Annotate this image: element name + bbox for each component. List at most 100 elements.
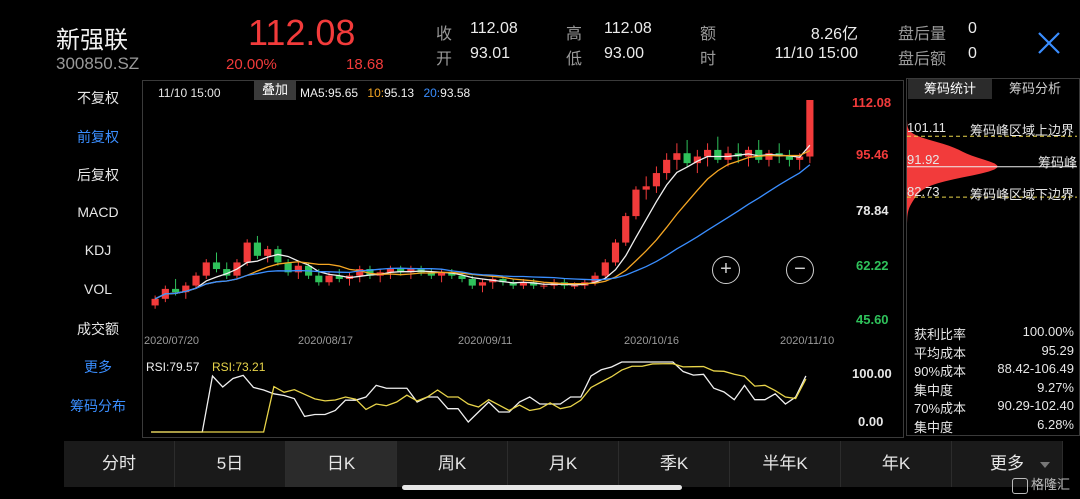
candle-body [673, 153, 681, 160]
price-tick: 78.84 [856, 203, 889, 218]
close-label: 收 [436, 26, 453, 43]
candle-body [652, 173, 661, 187]
period-tab[interactable]: 周K [397, 441, 508, 487]
period-tab[interactable]: 季K [619, 441, 730, 487]
chip-lower-value: 82.73 [907, 184, 940, 199]
chip-stat-value: 95.29 [1041, 342, 1074, 358]
period-tab[interactable]: 月K [508, 441, 619, 487]
candle-body [785, 156, 794, 160]
overlay-button[interactable]: 叠加 [254, 80, 296, 100]
chip-peak-label: 筹码峰 [1038, 155, 1078, 170]
candle-body [744, 149, 753, 157]
left-menu-item[interactable]: 前复权 [62, 127, 134, 147]
price-tick: 62.22 [856, 258, 889, 273]
candle-body [468, 278, 476, 286]
candle-body [171, 288, 180, 293]
candle-body [703, 149, 712, 157]
candle-body [212, 262, 221, 270]
chip-stat-row: 70%成本 90.29-102.40 [914, 398, 1074, 417]
chip-tab-stats[interactable]: 筹码统计 [908, 79, 992, 99]
price-tick: 45.60 [856, 312, 889, 327]
candle-body [243, 242, 251, 263]
candle-body [683, 153, 691, 164]
chip-stat-value: 100.00% [1022, 324, 1074, 339]
chip-shape [907, 119, 998, 287]
candle-body [264, 249, 272, 256]
stock-name: 新强联 [56, 27, 128, 54]
chip-stat-row: 集中度 6.28% [914, 417, 1074, 436]
candle-body [325, 275, 333, 283]
candle-body [478, 282, 487, 286]
chip-upper-label: 筹码峰区域上边界 [970, 123, 1075, 138]
left-menu-item[interactable]: 不复权 [62, 88, 134, 108]
chip-stat-value: 6.28% [1037, 416, 1074, 432]
stock-code: 300850.SZ [56, 54, 140, 73]
left-menu-item[interactable]: 筹码分布 [62, 396, 134, 416]
rsi-axis-top: 100.00 [852, 366, 892, 381]
chip-stat-label: 集中度 [914, 419, 954, 435]
candle-body [642, 186, 650, 190]
candle-body [253, 242, 262, 256]
period-tab[interactable]: 年K [841, 441, 952, 487]
left-menu-item[interactable]: 更多 [62, 357, 134, 377]
date-tick: 2020/07/20 [144, 335, 200, 347]
candle-body [192, 275, 200, 286]
chip-upper-value: 101.11 [907, 120, 946, 135]
low-label: 低 [566, 51, 583, 68]
period-tab[interactable]: 半年K [730, 441, 841, 487]
zoom-out-icon: − [794, 258, 806, 280]
after-hours-volume-value: 0 [968, 20, 977, 37]
chip-tab-analysis[interactable]: 筹码分析 [994, 79, 1076, 99]
rsi-line-2 [151, 363, 807, 433]
chip-stat-row: 平均成本 95.29 [914, 343, 1074, 362]
chip-peak-value: 91.92 [907, 152, 940, 167]
price-tick: 112.08 [852, 95, 892, 110]
left-menu-item[interactable]: 成交额 [62, 319, 134, 339]
ma10-line [154, 149, 811, 300]
low-value: 93.00 [604, 45, 645, 62]
amount-label: 额 [700, 26, 717, 43]
chip-stat-label: 90%成本 [914, 364, 967, 379]
left-menu-item[interactable]: 后复权 [62, 165, 134, 185]
date-tick: 2020/11/10 [780, 335, 835, 347]
chip-stat-label: 平均成本 [914, 345, 967, 361]
left-menu-item[interactable]: MACD [62, 204, 134, 220]
chip-stat-row: 获利比率 100.00% [914, 324, 1074, 343]
date-tick: 2020/09/11 [458, 335, 513, 347]
chip-stat-row: 集中度 9.27% [914, 380, 1074, 399]
chip-stat-label: 集中度 [914, 382, 954, 398]
date-tick: 2020/08/17 [298, 335, 354, 347]
change-amount: 18.68 [346, 56, 384, 73]
zoom-in-icon: + [720, 258, 732, 280]
chip-stat-value: 90.29-102.40 [997, 398, 1074, 413]
zoom-out-button[interactable]: − [786, 256, 814, 284]
rsi-chart [151, 361, 807, 433]
period-tab[interactable]: 日K [286, 441, 397, 487]
candle-body [294, 265, 302, 273]
close-icon[interactable] [1036, 30, 1062, 56]
candle-body [601, 262, 609, 276]
date-tick: 2020/10/16 [624, 335, 680, 347]
left-menu-item[interactable]: KDJ [62, 242, 134, 258]
period-tab[interactable]: 分时 [64, 441, 175, 487]
watermark-text: 格隆汇 [1031, 477, 1071, 492]
candle-body [611, 242, 620, 263]
home-indicator [402, 485, 682, 490]
candle-body [663, 159, 671, 174]
period-tab[interactable]: 5日 [175, 441, 286, 487]
candle-body [632, 189, 640, 217]
candle-body [570, 285, 579, 287]
current-price: 112.08 [248, 12, 356, 53]
chip-lower-label: 筹码峰区域下边界 [970, 187, 1075, 202]
chip-stat-value: 9.27% [1037, 379, 1074, 395]
price-tick: 95.46 [856, 147, 889, 162]
left-menu-item[interactable]: VOL [62, 281, 134, 297]
high-label: 高 [566, 26, 583, 43]
more-dropdown-icon [1040, 462, 1050, 468]
open-value: 93.01 [470, 45, 511, 62]
close-value: 112.08 [470, 20, 518, 37]
kline-chart[interactable] [142, 98, 847, 322]
candle-body [274, 249, 282, 263]
open-label: 开 [436, 51, 453, 68]
zoom-in-button[interactable]: + [712, 256, 740, 284]
